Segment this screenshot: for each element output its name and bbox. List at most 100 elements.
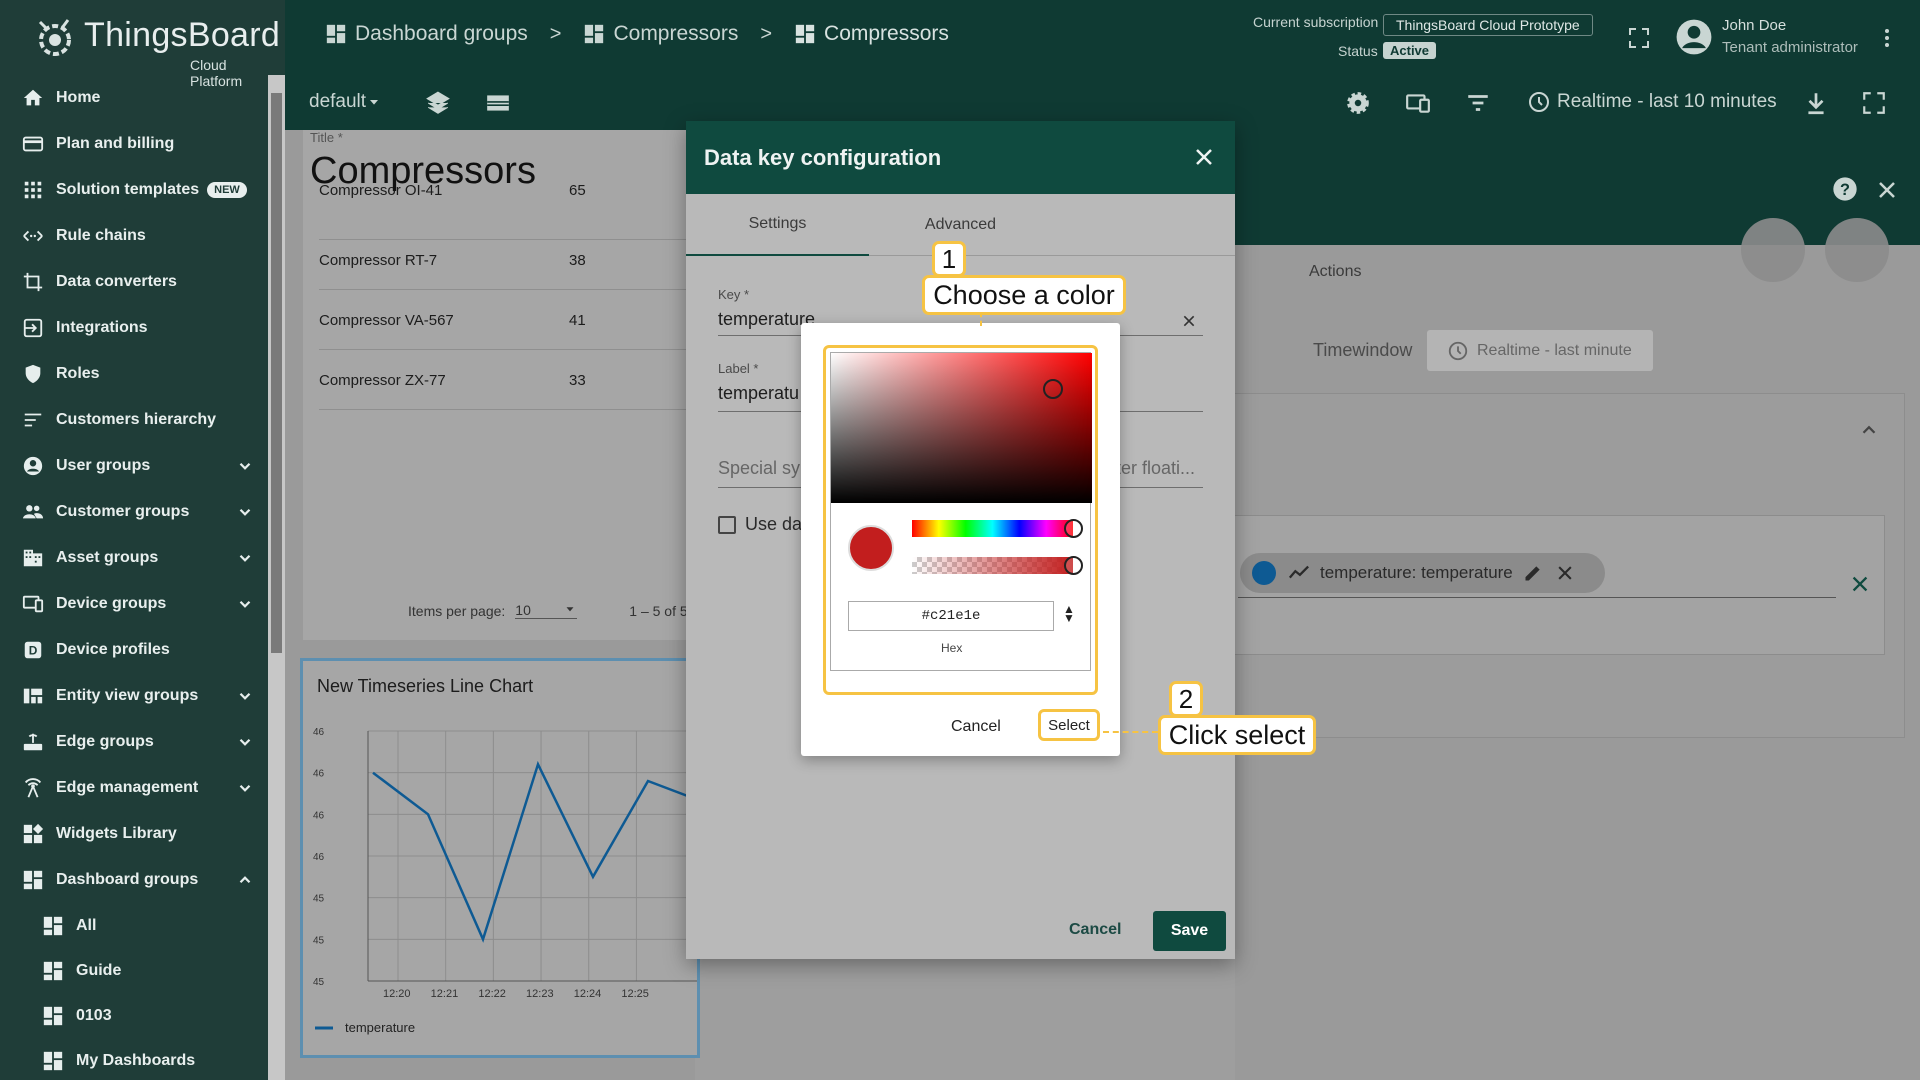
timeseries-chart-widget[interactable]: New Timeseries Line Chart 46 46 46 46 45 45 45… xyxy=(300,658,700,1058)
picker-select-button[interactable]: Select xyxy=(1038,709,1100,741)
sidebar-item-widgets-library[interactable]: Widgets Library xyxy=(0,811,268,857)
sidebar-subitem-my-dashboards[interactable]: My Dashboards xyxy=(0,1038,268,1080)
sidebar-item-solution-templates[interactable]: Solution templates NEW xyxy=(0,167,268,213)
more-vert-icon[interactable] xyxy=(1875,26,1899,50)
picker-cancel-button[interactable]: Cancel xyxy=(951,718,1001,736)
chevron-down-icon[interactable] xyxy=(236,733,254,751)
tab-actions[interactable]: Actions xyxy=(1309,263,1361,281)
breadcrumb-item-compressors-group[interactable]: Compressors xyxy=(583,22,738,46)
sidebar-subitem-all[interactable]: All xyxy=(0,903,268,949)
widgets-icon xyxy=(20,821,46,847)
hex-input[interactable] xyxy=(848,601,1054,631)
tab-settings[interactable]: Settings xyxy=(686,194,869,256)
devices-icon[interactable] xyxy=(1405,90,1431,116)
chevron-down-icon[interactable] xyxy=(236,457,254,475)
state-selector[interactable]: default xyxy=(309,91,382,113)
data-key-chip[interactable]: temperature: temperature xyxy=(1240,553,1605,593)
close-icon[interactable] xyxy=(1555,563,1575,583)
timewindow-selector[interactable]: Realtime - last 10 minutes xyxy=(1527,90,1777,114)
close-icon[interactable] xyxy=(1875,178,1899,202)
timewindow-label: Timewindow xyxy=(1313,340,1413,360)
sidebar-item-integrations[interactable]: Integrations xyxy=(0,305,268,351)
sidebar-item-label: Data converters xyxy=(56,273,177,290)
sidebar-item-roles[interactable]: Roles xyxy=(0,351,268,397)
save-button[interactable]: Save xyxy=(1153,911,1226,951)
gear-icon[interactable] xyxy=(1345,90,1371,116)
sidebar-scrollbar[interactable] xyxy=(268,75,285,1080)
use-data-post-processing-checkbox[interactable] xyxy=(718,516,736,534)
help-icon[interactable]: ? xyxy=(1831,175,1859,203)
sidebar-item-rule-chains[interactable]: Rule chains xyxy=(0,213,268,259)
special-symbol-field[interactable]: Special sy xyxy=(718,458,800,479)
sidebar-subitem-0103[interactable]: 0103 xyxy=(0,993,268,1039)
chevron-down-icon[interactable] xyxy=(236,549,254,567)
sidebar-item-label: Customer groups xyxy=(56,503,190,520)
callout-2-number: 2 xyxy=(1169,681,1203,717)
apply-fab-button[interactable] xyxy=(1741,218,1805,282)
edit-icon[interactable] xyxy=(1523,563,1543,583)
sidebar-item-asset-groups[interactable]: Asset groups xyxy=(0,535,268,581)
status-label: Status xyxy=(1338,43,1378,59)
fullscreen-icon[interactable] xyxy=(1627,26,1651,50)
clear-icon[interactable] xyxy=(1181,313,1197,329)
layout-icon[interactable] xyxy=(485,90,511,116)
layers-icon[interactable] xyxy=(425,90,451,116)
table-row[interactable]: Compressor VA-567 41 xyxy=(319,290,693,350)
arrow-drop-down-icon xyxy=(566,607,574,612)
hue-slider[interactable] xyxy=(912,520,1073,537)
rule-chain-icon xyxy=(20,223,46,249)
breadcrumb-item-dashboard-groups[interactable]: Dashboard groups xyxy=(325,22,528,46)
filter-icon[interactable] xyxy=(1465,90,1491,116)
items-per-page-select[interactable]: 10 xyxy=(515,602,578,619)
page-title[interactable]: Compressors xyxy=(310,150,536,193)
sidebar-item-user-groups[interactable]: User groups xyxy=(0,443,268,489)
sidebar-item-dashboard-groups[interactable]: Dashboard groups xyxy=(0,857,268,903)
chevron-down-icon[interactable] xyxy=(236,779,254,797)
remove-datasource-icon[interactable] xyxy=(1849,573,1871,595)
fullscreen-icon[interactable] xyxy=(1861,90,1887,116)
chevron-down-icon[interactable] xyxy=(236,687,254,705)
sidebar-item-device-profiles[interactable]: D Device profiles xyxy=(0,627,268,673)
chevron-up-icon[interactable] xyxy=(236,871,254,889)
sidebar-subitem-guide[interactable]: Guide xyxy=(0,948,268,994)
subscription-plan[interactable]: ThingsBoard Cloud Prototype xyxy=(1383,14,1593,36)
sidebar-item-edge-management[interactable]: Edge management xyxy=(0,765,268,811)
decline-fab-button[interactable] xyxy=(1825,218,1889,282)
sidebar-item-data-converters[interactable]: Data converters xyxy=(0,259,268,305)
chevron-down-icon[interactable] xyxy=(236,503,254,521)
scrollbar-thumb[interactable] xyxy=(271,93,282,653)
table-row[interactable]: Compressor RT-7 38 xyxy=(319,230,693,290)
format-toggle-icon[interactable]: ▲ ▼ xyxy=(1063,603,1075,624)
chevron-up-icon[interactable] xyxy=(1858,419,1880,441)
key-field-label: Key * xyxy=(718,287,750,302)
label-field[interactable]: temperatu xyxy=(718,383,799,404)
cancel-button[interactable]: Cancel xyxy=(1069,921,1121,939)
alpha-slider-handle[interactable] xyxy=(1064,556,1083,575)
logo[interactable]: ThingsBoard Cloud Platform xyxy=(30,10,280,89)
table-row[interactable]: Compressor ZX-77 33 xyxy=(319,350,693,410)
download-icon[interactable] xyxy=(1803,90,1829,116)
sidebar-item-label: Dashboard groups xyxy=(56,871,199,888)
sidebar-item-label: Edge groups xyxy=(56,733,154,750)
sidebar-item-entity-view-groups[interactable]: Entity view groups xyxy=(0,673,268,719)
sidebar-item-device-groups[interactable]: Device groups xyxy=(0,581,268,627)
data-key-color-dot[interactable] xyxy=(1252,561,1276,585)
sidebar-item-home[interactable]: Home xyxy=(0,75,268,121)
breadcrumb-label: Compressors xyxy=(613,22,739,45)
close-icon[interactable] xyxy=(1192,145,1216,169)
sidebar-item-customer-groups[interactable]: Customer groups xyxy=(0,489,268,535)
x-tick-label: 12:20 xyxy=(383,988,411,1000)
sidebar-item-edge-groups[interactable]: Edge groups xyxy=(0,719,268,765)
saturation-handle[interactable] xyxy=(1043,379,1063,399)
hue-slider-handle[interactable] xyxy=(1064,519,1083,538)
alpha-slider[interactable] xyxy=(912,557,1073,574)
sidebar-item-plan-and-billing[interactable]: Plan and billing xyxy=(0,121,268,167)
table-cell-name: Compressor VA-567 xyxy=(319,312,454,329)
decimals-field[interactable]: ter floati... xyxy=(1116,458,1195,479)
avatar[interactable] xyxy=(1675,18,1713,56)
timewindow-chip[interactable]: Realtime - last minute xyxy=(1427,330,1653,371)
chevron-down-icon[interactable] xyxy=(236,595,254,613)
sidebar-item-label: Guide xyxy=(76,962,122,979)
sidebar-item-customers-hierarchy[interactable]: Customers hierarchy xyxy=(0,397,268,443)
saturation-area[interactable] xyxy=(831,353,1092,503)
